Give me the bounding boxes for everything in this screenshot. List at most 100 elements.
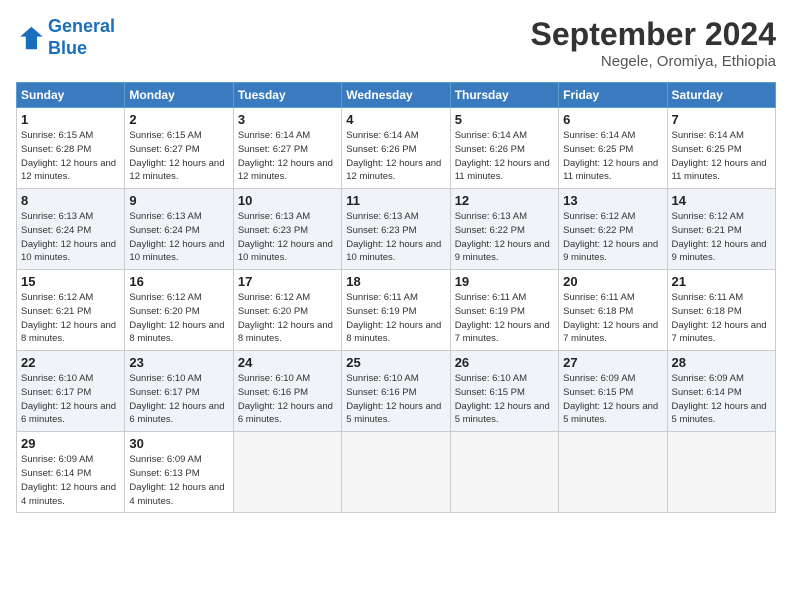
day-number: 26: [455, 355, 554, 370]
day-info: Sunrise: 6:10 AMSunset: 6:16 PMDaylight:…: [346, 372, 445, 427]
day-info: Sunrise: 6:13 AMSunset: 6:24 PMDaylight:…: [129, 210, 228, 265]
calendar-day-cell: 5 Sunrise: 6:14 AMSunset: 6:26 PMDaylight…: [450, 108, 558, 189]
calendar-day-cell: [559, 432, 667, 513]
calendar-day-cell: [233, 432, 341, 513]
day-number: 30: [129, 436, 228, 451]
day-info: Sunrise: 6:10 AMSunset: 6:17 PMDaylight:…: [21, 372, 120, 427]
day-number: 18: [346, 274, 445, 289]
day-number: 13: [563, 193, 662, 208]
day-of-week-header: Wednesday: [342, 83, 450, 108]
calendar-day-cell: 13 Sunrise: 6:12 AMSunset: 6:22 PMDayligh…: [559, 189, 667, 270]
calendar-day-cell: 1Sunrise: 6:15 AMSunset: 6:28 PMDaylight…: [17, 108, 125, 189]
calendar-table: SundayMondayTuesdayWednesdayThursdayFrid…: [16, 82, 776, 513]
day-info: Sunrise: 6:13 AMSunset: 6:24 PMDaylight:…: [21, 210, 120, 265]
logo-icon: [16, 24, 44, 52]
calendar-header-row: SundayMondayTuesdayWednesdayThursdayFrid…: [17, 83, 776, 108]
day-number: 24: [238, 355, 337, 370]
title-area: September 2024 Negele, Oromiya, Ethiopia: [531, 16, 776, 70]
calendar-day-cell: 7 Sunrise: 6:14 AMSunset: 6:25 PMDaylight…: [667, 108, 775, 189]
day-number: 29: [21, 436, 120, 451]
header: General Blue September 2024 Negele, Orom…: [16, 16, 776, 70]
calendar-day-cell: 8 Sunrise: 6:13 AMSunset: 6:24 PMDaylight…: [17, 189, 125, 270]
day-info: Sunrise: 6:12 AMSunset: 6:21 PMDaylight:…: [21, 291, 120, 346]
logo-text: General Blue: [48, 16, 115, 59]
day-number: 19: [455, 274, 554, 289]
calendar-day-cell: 12 Sunrise: 6:13 AMSunset: 6:22 PMDayligh…: [450, 189, 558, 270]
calendar-day-cell: 9 Sunrise: 6:13 AMSunset: 6:24 PMDaylight…: [125, 189, 233, 270]
calendar-day-cell: 25 Sunrise: 6:10 AMSunset: 6:16 PMDayligh…: [342, 351, 450, 432]
day-number: 7: [672, 112, 771, 127]
day-number: 17: [238, 274, 337, 289]
day-info: Sunrise: 6:10 AMSunset: 6:15 PMDaylight:…: [455, 372, 554, 427]
day-of-week-header: Thursday: [450, 83, 558, 108]
day-number: 9: [129, 193, 228, 208]
day-of-week-header: Sunday: [17, 83, 125, 108]
calendar-day-cell: 6 Sunrise: 6:14 AMSunset: 6:25 PMDaylight…: [559, 108, 667, 189]
page-container: General Blue September 2024 Negele, Orom…: [0, 0, 792, 523]
calendar-week-row: 22 Sunrise: 6:10 AMSunset: 6:17 PMDayligh…: [17, 351, 776, 432]
day-number: 4: [346, 112, 445, 127]
day-info: Sunrise: 6:11 AMSunset: 6:18 PMDaylight:…: [563, 291, 662, 346]
day-number: 20: [563, 274, 662, 289]
day-number: 8: [21, 193, 120, 208]
day-info: Sunrise: 6:09 AMSunset: 6:14 PMDaylight:…: [672, 372, 771, 427]
day-of-week-header: Monday: [125, 83, 233, 108]
day-info: Sunrise: 6:09 AMSunset: 6:15 PMDaylight:…: [563, 372, 662, 427]
day-info: Sunrise: 6:13 AMSunset: 6:23 PMDaylight:…: [238, 210, 337, 265]
day-info: Sunrise: 6:11 AMSunset: 6:19 PMDaylight:…: [346, 291, 445, 346]
calendar-day-cell: [450, 432, 558, 513]
calendar-day-cell: [342, 432, 450, 513]
calendar-day-cell: 29 Sunrise: 6:09 AMSunset: 6:14 PMDayligh…: [17, 432, 125, 513]
day-info: Sunrise: 6:14 AMSunset: 6:25 PMDaylight:…: [672, 129, 771, 184]
day-number: 6: [563, 112, 662, 127]
day-info: Sunrise: 6:15 AMSunset: 6:28 PMDaylight:…: [21, 129, 120, 184]
calendar-day-cell: 20 Sunrise: 6:11 AMSunset: 6:18 PMDayligh…: [559, 270, 667, 351]
day-number: 15: [21, 274, 120, 289]
calendar-day-cell: 14 Sunrise: 6:12 AMSunset: 6:21 PMDayligh…: [667, 189, 775, 270]
calendar-day-cell: 3 Sunrise: 6:14 AMSunset: 6:27 PMDaylight…: [233, 108, 341, 189]
calendar-week-row: 8 Sunrise: 6:13 AMSunset: 6:24 PMDaylight…: [17, 189, 776, 270]
day-number: 27: [563, 355, 662, 370]
day-info: Sunrise: 6:12 AMSunset: 6:22 PMDaylight:…: [563, 210, 662, 265]
calendar-day-cell: 28 Sunrise: 6:09 AMSunset: 6:14 PMDayligh…: [667, 351, 775, 432]
calendar-week-row: 1Sunrise: 6:15 AMSunset: 6:28 PMDaylight…: [17, 108, 776, 189]
day-number: 3: [238, 112, 337, 127]
day-info: Sunrise: 6:11 AMSunset: 6:19 PMDaylight:…: [455, 291, 554, 346]
day-number: 5: [455, 112, 554, 127]
day-number: 23: [129, 355, 228, 370]
day-info: Sunrise: 6:13 AMSunset: 6:22 PMDaylight:…: [455, 210, 554, 265]
calendar-day-cell: 2Sunrise: 6:15 AMSunset: 6:27 PMDaylight…: [125, 108, 233, 189]
day-number: 12: [455, 193, 554, 208]
day-number: 25: [346, 355, 445, 370]
calendar-week-row: 15 Sunrise: 6:12 AMSunset: 6:21 PMDayligh…: [17, 270, 776, 351]
day-number: 10: [238, 193, 337, 208]
calendar-day-cell: 24Sunrise: 6:10 AMSunset: 6:16 PMDayligh…: [233, 351, 341, 432]
calendar-day-cell: 26 Sunrise: 6:10 AMSunset: 6:15 PMDayligh…: [450, 351, 558, 432]
day-info: Sunrise: 6:12 AMSunset: 6:20 PMDaylight:…: [129, 291, 228, 346]
day-info: Sunrise: 6:15 AMSunset: 6:27 PMDaylight:…: [129, 129, 228, 184]
calendar-day-cell: 10 Sunrise: 6:13 AMSunset: 6:23 PMDayligh…: [233, 189, 341, 270]
day-info: Sunrise: 6:12 AMSunset: 6:21 PMDaylight:…: [672, 210, 771, 265]
day-info: Sunrise: 6:14 AMSunset: 6:26 PMDaylight:…: [455, 129, 554, 184]
calendar-day-cell: [667, 432, 775, 513]
calendar-day-cell: 30 Sunrise: 6:09 AMSunset: 6:13 PMDayligh…: [125, 432, 233, 513]
day-info: Sunrise: 6:11 AMSunset: 6:18 PMDaylight:…: [672, 291, 771, 346]
day-of-week-header: Saturday: [667, 83, 775, 108]
calendar-day-cell: 16Sunrise: 6:12 AMSunset: 6:20 PMDayligh…: [125, 270, 233, 351]
calendar-day-cell: 17 Sunrise: 6:12 AMSunset: 6:20 PMDayligh…: [233, 270, 341, 351]
day-info: Sunrise: 6:12 AMSunset: 6:20 PMDaylight:…: [238, 291, 337, 346]
day-number: 28: [672, 355, 771, 370]
day-info: Sunrise: 6:14 AMSunset: 6:25 PMDaylight:…: [563, 129, 662, 184]
day-info: Sunrise: 6:14 AMSunset: 6:27 PMDaylight:…: [238, 129, 337, 184]
day-number: 22: [21, 355, 120, 370]
logo: General Blue: [16, 16, 115, 59]
day-info: Sunrise: 6:09 AMSunset: 6:14 PMDaylight:…: [21, 453, 120, 508]
calendar-day-cell: 15 Sunrise: 6:12 AMSunset: 6:21 PMDayligh…: [17, 270, 125, 351]
day-number: 21: [672, 274, 771, 289]
day-info: Sunrise: 6:09 AMSunset: 6:13 PMDaylight:…: [129, 453, 228, 508]
day-number: 14: [672, 193, 771, 208]
location: Negele, Oromiya, Ethiopia: [531, 53, 776, 70]
calendar-day-cell: 21 Sunrise: 6:11 AMSunset: 6:18 PMDayligh…: [667, 270, 775, 351]
day-info: Sunrise: 6:10 AMSunset: 6:17 PMDaylight:…: [129, 372, 228, 427]
day-of-week-header: Friday: [559, 83, 667, 108]
